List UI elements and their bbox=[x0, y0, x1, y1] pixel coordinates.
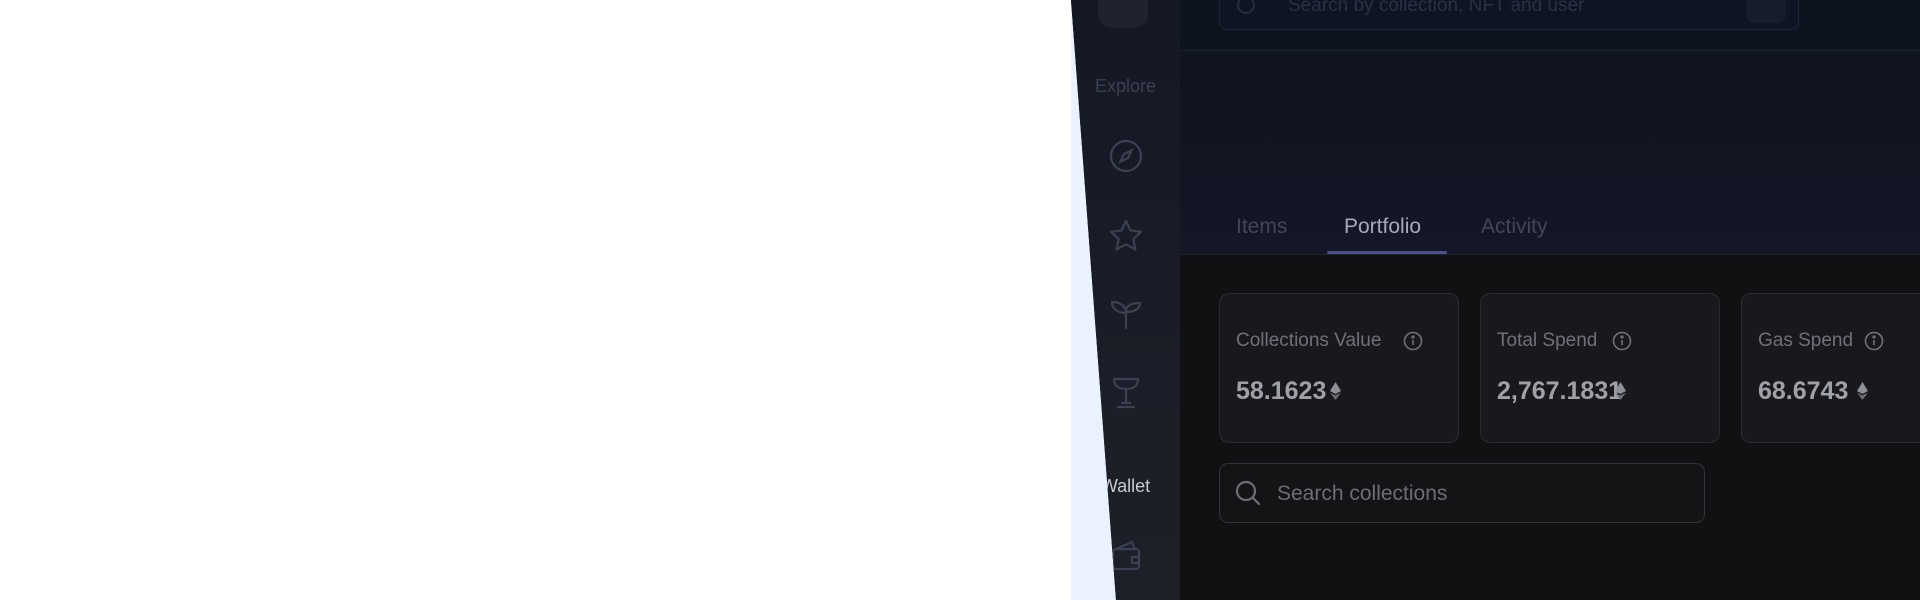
stat-card-total-spend: Total Spend 2,767.1831 bbox=[1480, 293, 1720, 443]
collection-search bbox=[1219, 463, 1705, 523]
sprout-icon[interactable] bbox=[1108, 296, 1144, 332]
tab-portfolio[interactable]: Portfolio bbox=[1344, 215, 1421, 239]
stat-card-gas-spend: Gas Spend 68.6743 bbox=[1741, 293, 1920, 443]
top-bar: Search by collection, NFT and user bbox=[1180, 0, 1920, 51]
stat-value: 58.1623 bbox=[1236, 377, 1327, 405]
stat-label: Gas Spend bbox=[1758, 330, 1854, 351]
eth-icon bbox=[1615, 382, 1626, 400]
stat-value: 2,767.1831 bbox=[1497, 377, 1623, 405]
profile-header bbox=[1180, 51, 1920, 255]
info-icon[interactable] bbox=[1864, 331, 1884, 351]
info-icon[interactable] bbox=[1403, 331, 1423, 351]
active-tab-indicator bbox=[1327, 251, 1447, 254]
collection-search-input[interactable] bbox=[1275, 474, 1699, 514]
stat-card-collections-value: Collections Value 58.1623 bbox=[1219, 293, 1459, 443]
global-search-bar[interactable]: Search by collection, NFT and user bbox=[1219, 0, 1799, 30]
eth-icon bbox=[1857, 382, 1868, 400]
eth-icon bbox=[1330, 382, 1341, 400]
star-icon[interactable] bbox=[1108, 218, 1144, 254]
trophy-icon[interactable] bbox=[1108, 375, 1144, 411]
search-icon bbox=[1234, 479, 1262, 507]
search-shortcut-button[interactable] bbox=[1746, 0, 1786, 23]
stat-label: Collections Value bbox=[1236, 330, 1382, 351]
global-search-placeholder: Search by collection, NFT and user bbox=[1288, 0, 1585, 16]
search-icon bbox=[1234, 0, 1260, 19]
tab-activity[interactable]: Activity bbox=[1481, 215, 1548, 239]
compass-icon[interactable] bbox=[1108, 138, 1144, 174]
logo-icon[interactable] bbox=[1098, 0, 1148, 28]
sidebar-section-explore: Explore bbox=[1094, 76, 1157, 96]
info-icon[interactable] bbox=[1612, 331, 1632, 351]
stat-value: 68.6743 bbox=[1758, 377, 1849, 405]
stat-label: Total Spend bbox=[1497, 330, 1598, 351]
tab-items[interactable]: Items bbox=[1236, 215, 1287, 239]
